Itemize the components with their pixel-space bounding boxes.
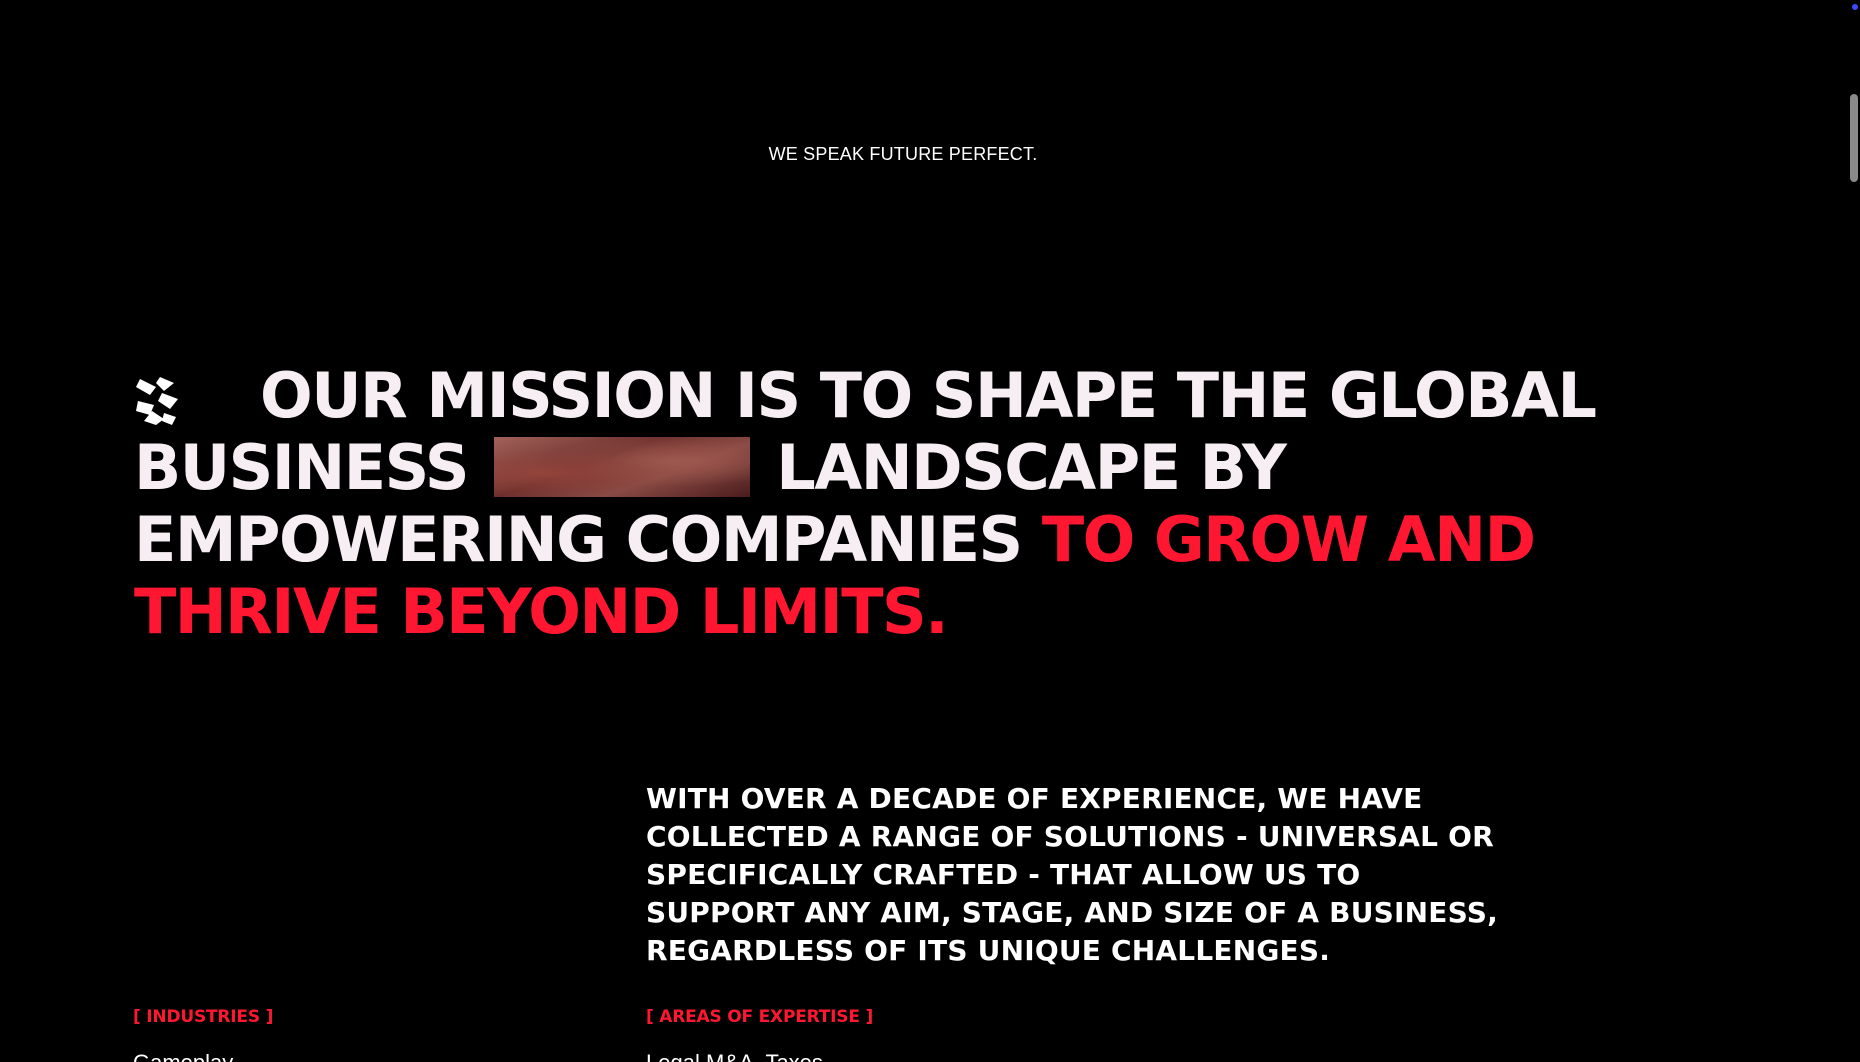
indicator-dot: [1852, 4, 1858, 10]
scrollbar-thumb[interactable]: [1850, 94, 1858, 182]
expertise-label: [ AREAS OF EXPERTISE ]: [646, 1007, 874, 1027]
tagline: WE SPEAK FUTURE PERFECT.: [768, 144, 1038, 164]
brand-logo-icon: [134, 368, 180, 425]
mission-heading: OUR MISSION IS TO SHAPE THE GLOBAL BUSIN…: [134, 360, 1694, 648]
intro-paragraph: WITH OVER A DECADE OF EXPERIENCE, WE HAV…: [646, 782, 1498, 967]
rock-texture-image: [494, 436, 751, 497]
expertise-list-item[interactable]: Legal M&A, Taxes: [646, 1050, 823, 1062]
industries-list-item[interactable]: Gameplay: [133, 1050, 233, 1062]
industries-label: [ INDUSTRIES ]: [133, 1007, 274, 1027]
